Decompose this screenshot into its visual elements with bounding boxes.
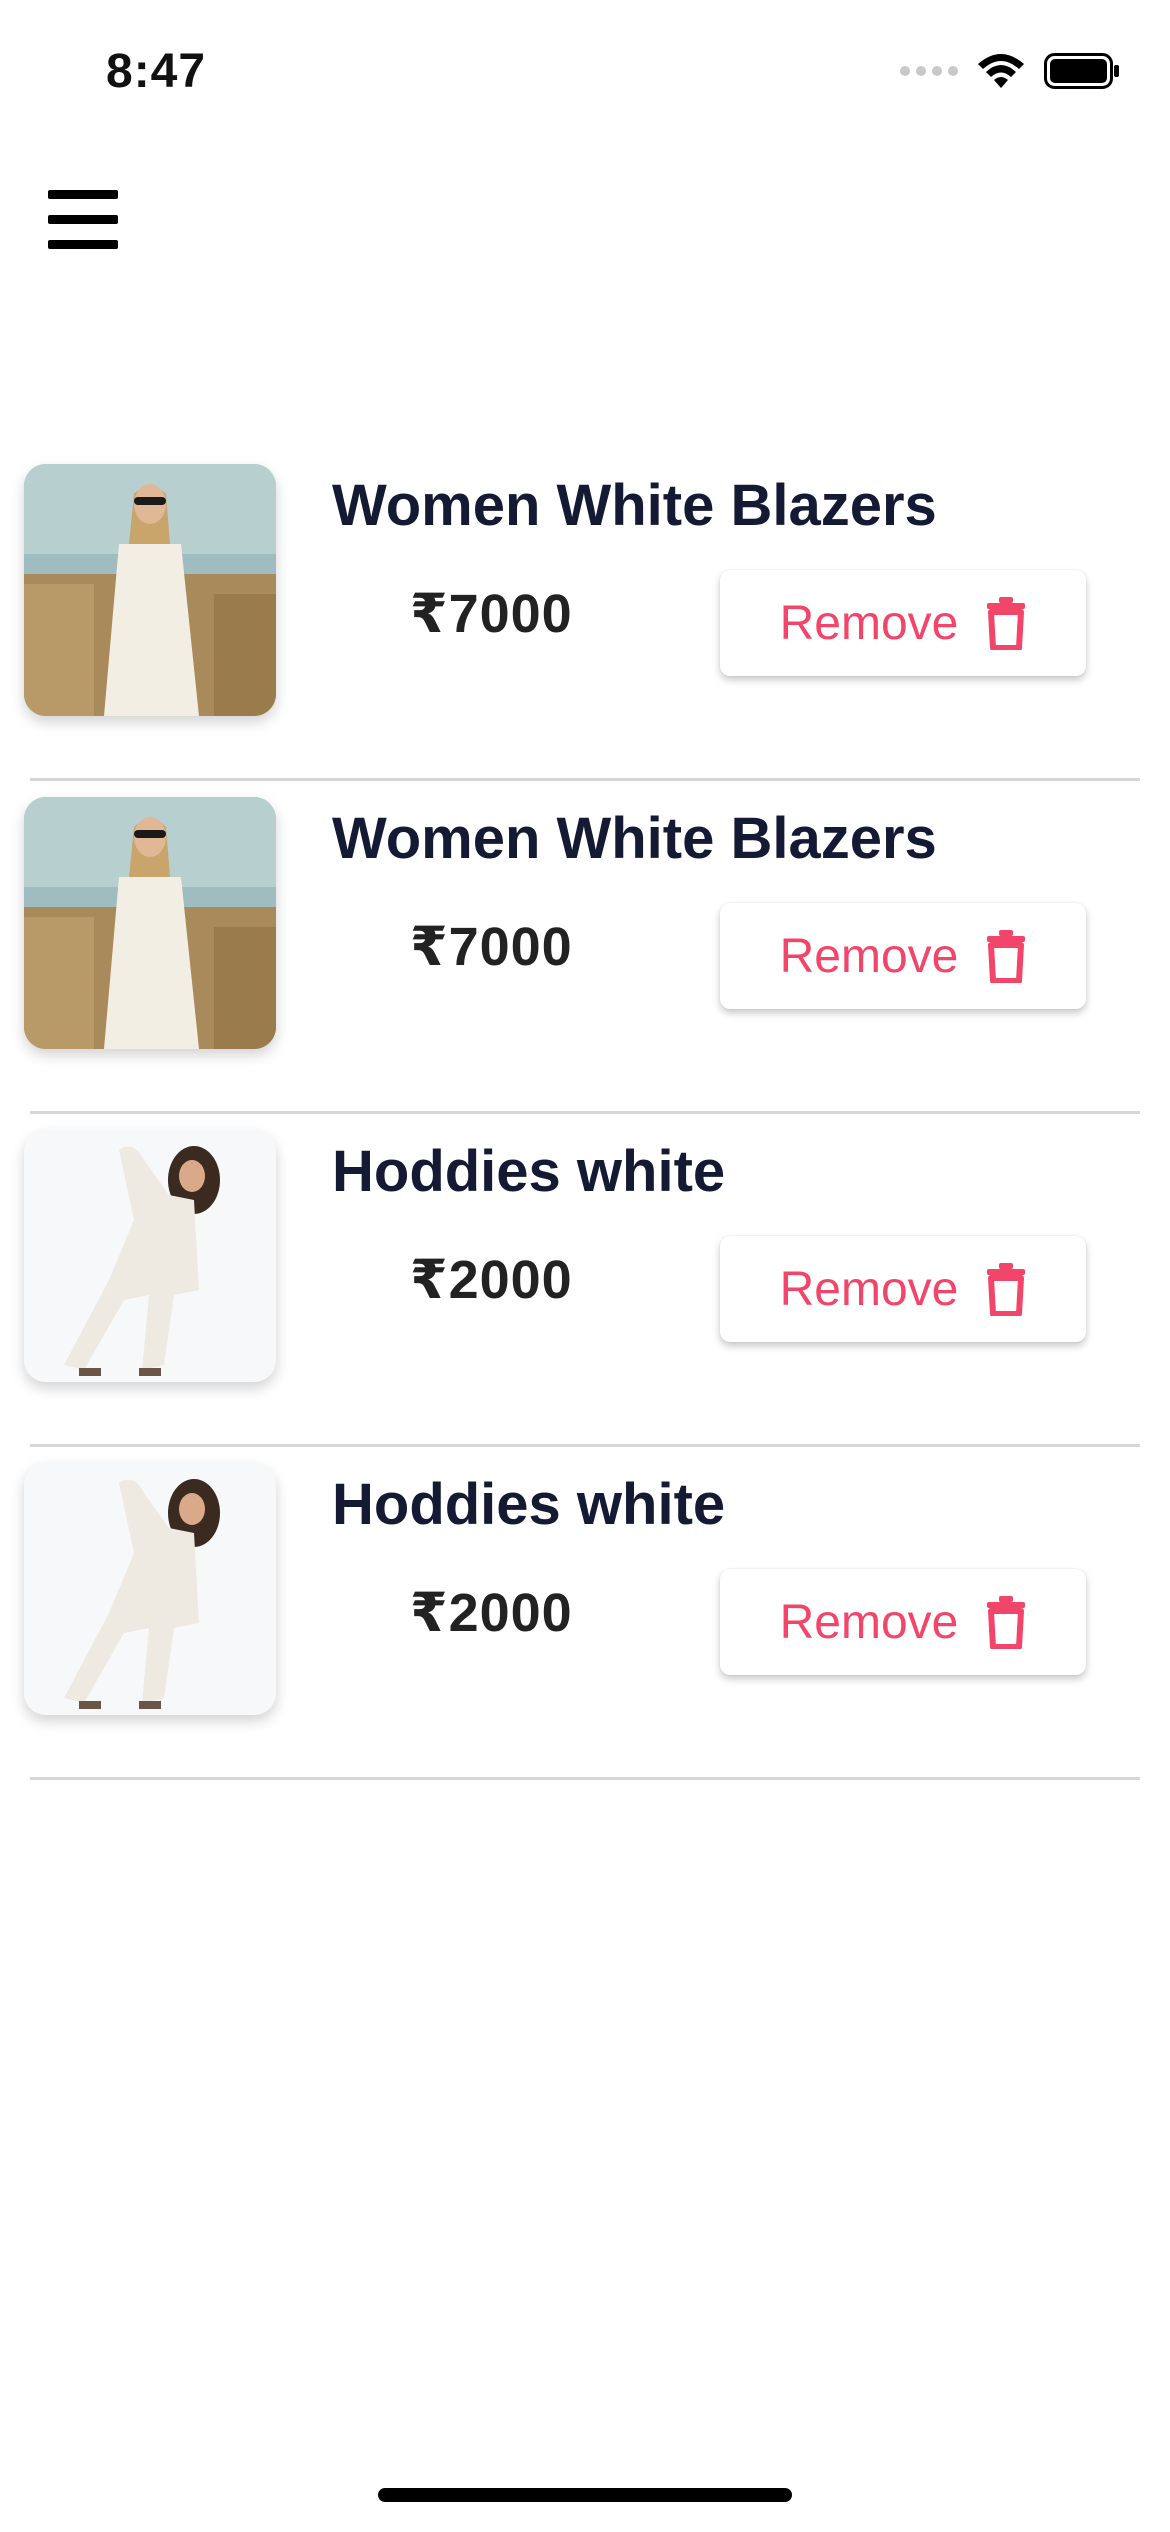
home-indicator[interactable] <box>378 2488 792 2502</box>
product-price: ₹2000 <box>410 1250 573 1310</box>
remove-button[interactable]: Remove <box>720 1236 1086 1342</box>
product-image-blazer[interactable] <box>24 464 276 716</box>
cart-item: Women White Blazers ₹7000 Remove <box>24 448 1140 781</box>
trash-icon <box>987 1596 1026 1649</box>
cart-item: Hoddies white ₹2000 Remove <box>24 1114 1140 1447</box>
wifi-icon <box>978 54 1024 88</box>
status-bar: 8:47 <box>0 0 1170 150</box>
cellular-signal-icon <box>900 66 958 76</box>
remove-label: Remove <box>779 596 959 650</box>
trash-icon <box>987 930 1026 983</box>
status-icons <box>900 52 1120 90</box>
cart-item: Women White Blazers ₹7000 Remove <box>24 781 1140 1114</box>
remove-label: Remove <box>779 1595 959 1649</box>
remove-button[interactable]: Remove <box>720 1569 1086 1675</box>
product-image-hoodie[interactable] <box>24 1130 276 1382</box>
product-title: Women White Blazers <box>332 806 937 871</box>
product-title: Women White Blazers <box>332 473 937 538</box>
cart-list: Women White Blazers ₹7000 Remove Women W… <box>0 448 1170 1780</box>
remove-button[interactable]: Remove <box>720 903 1086 1009</box>
product-image-hoodie[interactable] <box>24 1463 276 1715</box>
product-title: Hoddies white <box>332 1139 726 1204</box>
product-price: ₹7000 <box>410 584 573 644</box>
trash-icon <box>987 1263 1026 1316</box>
trash-icon <box>987 597 1026 650</box>
remove-label: Remove <box>779 929 959 983</box>
product-title: Hoddies white <box>332 1472 726 1537</box>
cart-item: Hoddies white ₹2000 Remove <box>24 1447 1140 1780</box>
remove-label: Remove <box>779 1262 959 1316</box>
battery-icon <box>1044 53 1119 89</box>
product-image-blazer[interactable] <box>24 797 276 1049</box>
remove-button[interactable]: Remove <box>720 570 1086 676</box>
hamburger-menu-icon[interactable] <box>48 190 120 262</box>
status-time: 8:47 <box>106 45 207 98</box>
product-price: ₹7000 <box>410 917 573 977</box>
product-price: ₹2000 <box>410 1583 573 1643</box>
